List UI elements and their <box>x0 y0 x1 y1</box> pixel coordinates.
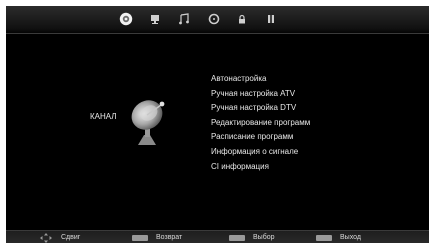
select-key-icon <box>229 234 245 241</box>
menu-item-program-edit[interactable]: Редактирование программ <box>211 116 310 131</box>
menu-item-auto-tuning[interactable]: Автонастройка <box>211 72 310 87</box>
satellite-dish-icon <box>126 95 170 147</box>
menu-item-schedule[interactable]: Расписание программ <box>211 130 310 145</box>
hint-move-label: Сдвиг <box>61 234 81 241</box>
exit-key-icon <box>316 234 332 241</box>
sound-tab-icon[interactable] <box>177 12 191 26</box>
hint-back-label: Возврат <box>156 234 183 241</box>
tv-screen: КАНАЛ Автонастройка Ручная настройка ATV… <box>6 6 429 243</box>
menu-tab-bar <box>6 6 429 34</box>
channel-menu-list: Автонастройка Ручная настройка ATV Ручна… <box>211 72 310 174</box>
picture-tab-icon[interactable] <box>148 12 162 26</box>
footer-hint-bar: Сдвиг Возврат Выбор Выход <box>6 230 429 243</box>
menu-item-signal-info[interactable]: Информация о сигнале <box>211 145 310 160</box>
section-title: КАНАЛ <box>90 112 117 121</box>
setup-tab-icon[interactable] <box>264 12 278 26</box>
hint-select-label: Выбор <box>253 234 275 241</box>
hint-exit-label: Выход <box>340 234 361 241</box>
back-key-icon <box>132 234 148 241</box>
hint-select: Выбор <box>229 231 275 243</box>
time-tab-icon[interactable] <box>207 12 221 26</box>
lock-tab-icon[interactable] <box>235 12 249 26</box>
menu-item-dtv-manual-tuning[interactable]: Ручная настройка DTV <box>211 101 310 116</box>
menu-item-ci-info[interactable]: CI информация <box>211 160 310 175</box>
hint-back: Возврат <box>132 231 182 243</box>
hint-move: Сдвиг <box>40 231 80 243</box>
hint-exit: Выход <box>316 231 361 243</box>
menu-item-atv-manual-tuning[interactable]: Ручная настройка ATV <box>211 87 310 102</box>
channel-tab-icon[interactable] <box>119 12 133 26</box>
tab-bar-divider <box>6 33 429 34</box>
move-arrows-icon <box>40 232 52 243</box>
